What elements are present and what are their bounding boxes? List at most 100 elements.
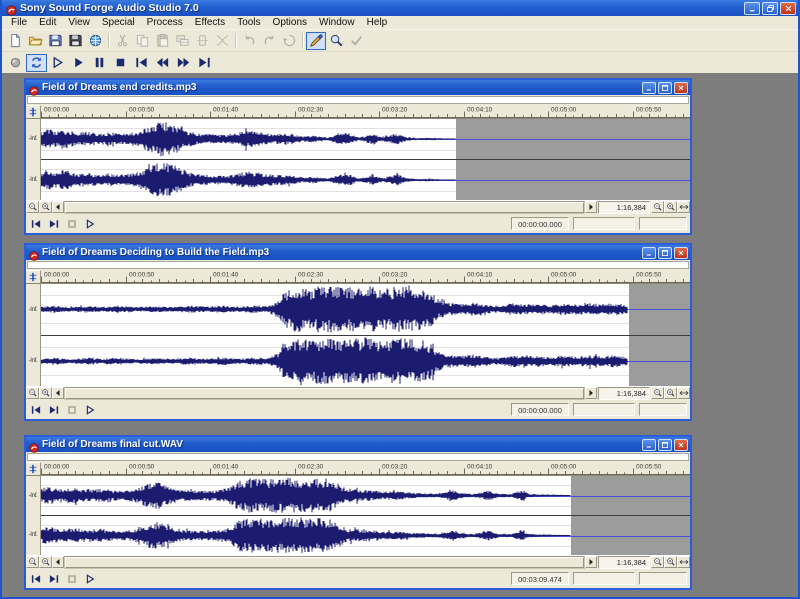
- zoom-in-button[interactable]: [664, 387, 677, 399]
- zoom-out-button[interactable]: [651, 556, 664, 568]
- record-button[interactable]: [5, 54, 26, 72]
- stop-playbar-button[interactable]: [65, 403, 79, 417]
- left-channel[interactable]: [41, 119, 690, 160]
- scroll-left-button[interactable]: [52, 556, 64, 568]
- right-channel[interactable]: [41, 516, 690, 555]
- overview-bar[interactable]: [27, 453, 689, 461]
- document-titlebar[interactable]: Field of Dreams end credits.mp3: [26, 80, 690, 95]
- position-time-display[interactable]: 00:00:00.000: [511, 403, 569, 416]
- menu-item-options[interactable]: Options: [267, 16, 313, 29]
- left-channel[interactable]: [41, 476, 690, 516]
- close-icon[interactable]: [674, 439, 688, 451]
- ruler-corner-button[interactable]: [26, 105, 41, 118]
- redo-button[interactable]: [259, 32, 279, 50]
- event-tool-button[interactable]: [346, 32, 366, 50]
- scroll-left-button[interactable]: [52, 201, 64, 213]
- zoom-out-vertical-button[interactable]: [26, 201, 39, 213]
- zoom-in-vertical-button[interactable]: [39, 387, 52, 399]
- time-ruler[interactable]: 00:00:0000:00:5000:01:4000:02:3000:03:20…: [41, 270, 690, 283]
- crossfade-button[interactable]: [212, 32, 232, 50]
- document-titlebar[interactable]: Field of Dreams Deciding to Build the Fi…: [26, 245, 690, 260]
- rewind-button[interactable]: [152, 54, 173, 72]
- zoom-in-vertical-button[interactable]: [39, 201, 52, 213]
- minimize-button[interactable]: [744, 2, 760, 15]
- scroll-right-button[interactable]: [585, 556, 597, 568]
- scrollbar-thumb[interactable]: [65, 202, 584, 213]
- edit-tool-button[interactable]: [306, 32, 326, 50]
- position-time-display[interactable]: 00:03:09.474: [511, 572, 569, 585]
- play-button[interactable]: [68, 54, 89, 72]
- selection-end-display[interactable]: [639, 217, 687, 230]
- stop-playbar-button[interactable]: [65, 217, 79, 231]
- document-titlebar[interactable]: Field of Dreams final cut.WAV: [26, 437, 690, 452]
- play-normal-button[interactable]: [83, 572, 97, 586]
- zoom-out-vertical-button[interactable]: [26, 556, 39, 568]
- left-channel[interactable]: [41, 284, 690, 336]
- menu-item-special[interactable]: Special: [96, 16, 141, 29]
- menu-item-edit[interactable]: Edit: [33, 16, 62, 29]
- restore-button[interactable]: [762, 2, 778, 15]
- new-file-button[interactable]: [5, 32, 25, 50]
- minimize-button[interactable]: [642, 82, 656, 94]
- paste-button[interactable]: [152, 32, 172, 50]
- waveform-display[interactable]: [41, 476, 690, 555]
- go-to-end-button[interactable]: [47, 403, 61, 417]
- minimize-button[interactable]: [642, 439, 656, 451]
- play-normal-button[interactable]: [83, 403, 97, 417]
- play-all-button[interactable]: [47, 54, 68, 72]
- selection-start-display[interactable]: [573, 403, 635, 416]
- scroll-right-button[interactable]: [585, 387, 597, 399]
- zoom-out-vertical-button[interactable]: [26, 387, 39, 399]
- go-to-start-button[interactable]: [131, 54, 152, 72]
- scrollbar-track[interactable]: [64, 387, 585, 400]
- scrollbar-thumb[interactable]: [65, 388, 584, 399]
- scrollbar-track[interactable]: [64, 201, 585, 214]
- play-normal-button[interactable]: [83, 217, 97, 231]
- close-icon[interactable]: [674, 82, 688, 94]
- zoom-out-button[interactable]: [651, 387, 664, 399]
- position-time-display[interactable]: 00:00:00.000: [511, 217, 569, 230]
- menu-item-process[interactable]: Process: [141, 16, 189, 29]
- publish-globe-button[interactable]: [85, 32, 105, 50]
- app-titlebar[interactable]: Sony Sound Forge Audio Studio 7.0: [2, 0, 798, 16]
- copy-button[interactable]: [132, 32, 152, 50]
- waveform-display[interactable]: [41, 119, 690, 200]
- overview-bar[interactable]: [27, 96, 689, 104]
- zoom-window-button[interactable]: [677, 387, 690, 399]
- waveform-display[interactable]: [41, 284, 690, 386]
- go-to-end-button[interactable]: [47, 217, 61, 231]
- maximize-button[interactable]: [658, 82, 672, 94]
- menu-item-file[interactable]: File: [5, 16, 33, 29]
- zoom-window-button[interactable]: [677, 201, 690, 213]
- pause-button[interactable]: [89, 54, 110, 72]
- selection-end-display[interactable]: [639, 572, 687, 585]
- undo-button[interactable]: [239, 32, 259, 50]
- zoom-in-button[interactable]: [664, 556, 677, 568]
- save-floppy-button[interactable]: [45, 32, 65, 50]
- scroll-left-button[interactable]: [52, 387, 64, 399]
- menu-item-tools[interactable]: Tools: [231, 16, 266, 29]
- zoom-out-button[interactable]: [651, 201, 664, 213]
- cut-button[interactable]: [112, 32, 132, 50]
- scroll-right-button[interactable]: [585, 201, 597, 213]
- stop-button[interactable]: [110, 54, 131, 72]
- mix-button[interactable]: [172, 32, 192, 50]
- right-channel[interactable]: [41, 160, 690, 200]
- close-icon[interactable]: [674, 247, 688, 259]
- time-ruler[interactable]: 00:00:0000:00:5000:01:4000:02:3000:03:20…: [41, 105, 690, 118]
- go-to-end-button[interactable]: [47, 572, 61, 586]
- selection-start-display[interactable]: [573, 217, 635, 230]
- close-button[interactable]: [780, 2, 796, 15]
- ruler-corner-button[interactable]: [26, 462, 41, 475]
- zoom-window-button[interactable]: [677, 556, 690, 568]
- go-to-end-button[interactable]: [194, 54, 215, 72]
- maximize-button[interactable]: [658, 439, 672, 451]
- go-to-start-button[interactable]: [29, 572, 43, 586]
- minimize-button[interactable]: [642, 247, 656, 259]
- maximize-button[interactable]: [658, 247, 672, 259]
- zoom-in-vertical-button[interactable]: [39, 556, 52, 568]
- menu-item-effects[interactable]: Effects: [189, 16, 231, 29]
- time-ruler[interactable]: 00:00:0000:00:5000:01:4000:02:3000:03:20…: [41, 462, 690, 475]
- trim-button[interactable]: [192, 32, 212, 50]
- forward-button[interactable]: [173, 54, 194, 72]
